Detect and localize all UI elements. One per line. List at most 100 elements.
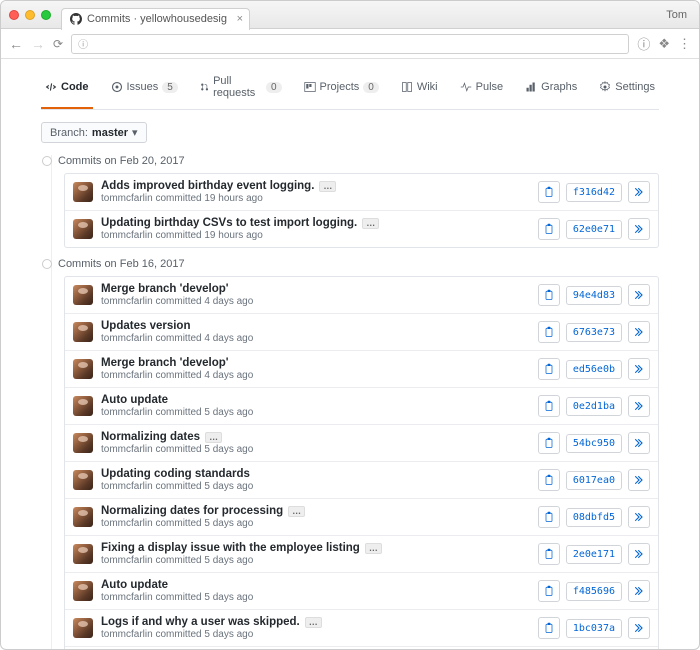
avatar[interactable] bbox=[73, 507, 93, 527]
commit-author[interactable]: tommcfarlin bbox=[101, 592, 153, 603]
commit-sha-link[interactable]: 1bc037a bbox=[566, 619, 622, 638]
browse-code-button[interactable] bbox=[628, 358, 650, 380]
browse-code-button[interactable] bbox=[628, 432, 650, 454]
repo-tab-pulse[interactable]: Pulse bbox=[456, 67, 508, 109]
commit-author[interactable]: tommcfarlin bbox=[101, 296, 153, 307]
commit-sha-link[interactable]: 62e0e71 bbox=[566, 220, 622, 239]
copy-sha-button[interactable] bbox=[538, 284, 560, 306]
commit-author[interactable]: tommcfarlin bbox=[101, 629, 153, 640]
commit-title[interactable]: Logs if and why a user was skipped. … bbox=[101, 616, 538, 628]
commit-title[interactable]: Normalizing dates for processing … bbox=[101, 505, 538, 517]
avatar[interactable] bbox=[73, 470, 93, 490]
zoom-window-button[interactable] bbox=[41, 10, 51, 20]
commit-sha-link[interactable]: 54bc950 bbox=[566, 434, 622, 453]
commit-title[interactable]: Fixing a display issue with the employee… bbox=[101, 542, 538, 554]
copy-sha-button[interactable] bbox=[538, 543, 560, 565]
commit-sha-link[interactable]: 08dbfd5 bbox=[566, 508, 622, 527]
copy-sha-button[interactable] bbox=[538, 218, 560, 240]
commit-sha-link[interactable]: 6763e73 bbox=[566, 323, 622, 342]
commit-title[interactable]: Auto update bbox=[101, 579, 538, 591]
minimize-window-button[interactable] bbox=[25, 10, 35, 20]
copy-sha-button[interactable] bbox=[538, 617, 560, 639]
browse-code-button[interactable] bbox=[628, 284, 650, 306]
browse-code-button[interactable] bbox=[628, 321, 650, 343]
info-icon[interactable]: ⓘ bbox=[637, 34, 650, 53]
close-window-button[interactable] bbox=[9, 10, 19, 20]
avatar[interactable] bbox=[73, 544, 93, 564]
commit-sha-link[interactable]: f485696 bbox=[566, 582, 622, 601]
commit-author[interactable]: tommcfarlin bbox=[101, 193, 153, 204]
menu-icon[interactable]: ⋮ bbox=[678, 36, 691, 52]
site-info-icon[interactable]: ⓘ bbox=[78, 36, 88, 51]
repo-tab-wiki[interactable]: Wiki bbox=[397, 67, 442, 109]
commit-author[interactable]: tommcfarlin bbox=[101, 333, 153, 344]
repo-tab-code[interactable]: Code bbox=[41, 67, 93, 109]
commit-sha-link[interactable]: 6017ea0 bbox=[566, 471, 622, 490]
close-tab-icon[interactable]: × bbox=[237, 13, 243, 25]
browse-code-button[interactable] bbox=[628, 580, 650, 602]
avatar[interactable] bbox=[73, 322, 93, 342]
repo-tab-issues[interactable]: Issues5 bbox=[107, 67, 182, 109]
avatar[interactable] bbox=[73, 285, 93, 305]
avatar[interactable] bbox=[73, 433, 93, 453]
commit-author[interactable]: tommcfarlin bbox=[101, 407, 153, 418]
expand-message-button[interactable]: … bbox=[365, 543, 382, 554]
forward-button[interactable]: → bbox=[31, 36, 45, 52]
commit-title[interactable]: Adds improved birthday event logging. … bbox=[101, 180, 538, 192]
expand-message-button[interactable]: … bbox=[362, 218, 379, 229]
commit-sha-link[interactable]: 0e2d1ba bbox=[566, 397, 622, 416]
browse-code-button[interactable] bbox=[628, 181, 650, 203]
avatar[interactable] bbox=[73, 618, 93, 638]
repo-tab-settings[interactable]: Settings bbox=[595, 67, 659, 109]
commit-author[interactable]: tommcfarlin bbox=[101, 481, 153, 492]
commit-author[interactable]: tommcfarlin bbox=[101, 555, 153, 566]
commit-title[interactable]: Merge branch 'develop' bbox=[101, 357, 538, 369]
expand-message-button[interactable]: … bbox=[205, 432, 222, 443]
browse-code-button[interactable] bbox=[628, 469, 650, 491]
commit-sha-link[interactable]: 94e4d83 bbox=[566, 286, 622, 305]
commit-title[interactable]: Normalizing dates … bbox=[101, 431, 538, 443]
avatar[interactable] bbox=[73, 396, 93, 416]
commit-author[interactable]: tommcfarlin bbox=[101, 370, 153, 381]
copy-sha-button[interactable] bbox=[538, 580, 560, 602]
browse-code-button[interactable] bbox=[628, 218, 650, 240]
copy-sha-button[interactable] bbox=[538, 469, 560, 491]
commit-author[interactable]: tommcfarlin bbox=[101, 230, 153, 241]
browser-tab[interactable]: Commits · yellowhousedesig × bbox=[61, 8, 250, 30]
copy-sha-button[interactable] bbox=[538, 321, 560, 343]
commit-title[interactable]: Updating birthday CSVs to test import lo… bbox=[101, 217, 538, 229]
browse-code-button[interactable] bbox=[628, 395, 650, 417]
copy-sha-button[interactable] bbox=[538, 506, 560, 528]
commit-sha-link[interactable]: f316d42 bbox=[566, 183, 622, 202]
extensions-icon[interactable]: ❖ bbox=[658, 36, 670, 52]
copy-sha-button[interactable] bbox=[538, 395, 560, 417]
commit-sha-link[interactable]: ed56e0b bbox=[566, 360, 622, 379]
back-button[interactable]: ← bbox=[9, 36, 23, 52]
address-bar[interactable]: ⓘ bbox=[71, 34, 629, 54]
commit-author[interactable]: tommcfarlin bbox=[101, 518, 153, 529]
browse-code-button[interactable] bbox=[628, 617, 650, 639]
copy-sha-button[interactable] bbox=[538, 181, 560, 203]
commit-title[interactable]: Auto update bbox=[101, 394, 538, 406]
avatar[interactable] bbox=[73, 219, 93, 239]
copy-sha-button[interactable] bbox=[538, 358, 560, 380]
expand-message-button[interactable]: … bbox=[319, 181, 336, 192]
browse-code-button[interactable] bbox=[628, 506, 650, 528]
avatar[interactable] bbox=[73, 581, 93, 601]
repo-tab-graphs[interactable]: Graphs bbox=[521, 67, 581, 109]
copy-sha-button[interactable] bbox=[538, 432, 560, 454]
browse-code-button[interactable] bbox=[628, 543, 650, 565]
branch-select-button[interactable]: Branch: master ▾ bbox=[41, 122, 147, 143]
commit-sha-link[interactable]: 2e0e171 bbox=[566, 545, 622, 564]
repo-tab-pull-requests[interactable]: Pull requests0 bbox=[196, 67, 286, 109]
commit-author[interactable]: tommcfarlin bbox=[101, 444, 153, 455]
reload-button[interactable]: ⟳ bbox=[53, 37, 63, 51]
expand-message-button[interactable]: … bbox=[305, 617, 322, 628]
avatar[interactable] bbox=[73, 182, 93, 202]
repo-tab-projects[interactable]: Projects0 bbox=[300, 67, 383, 109]
expand-message-button[interactable]: … bbox=[288, 506, 305, 517]
commit-title[interactable]: Updates version bbox=[101, 320, 538, 332]
commit-title[interactable]: Merge branch 'develop' bbox=[101, 283, 538, 295]
commit-title[interactable]: Updating coding standards bbox=[101, 468, 538, 480]
avatar[interactable] bbox=[73, 359, 93, 379]
